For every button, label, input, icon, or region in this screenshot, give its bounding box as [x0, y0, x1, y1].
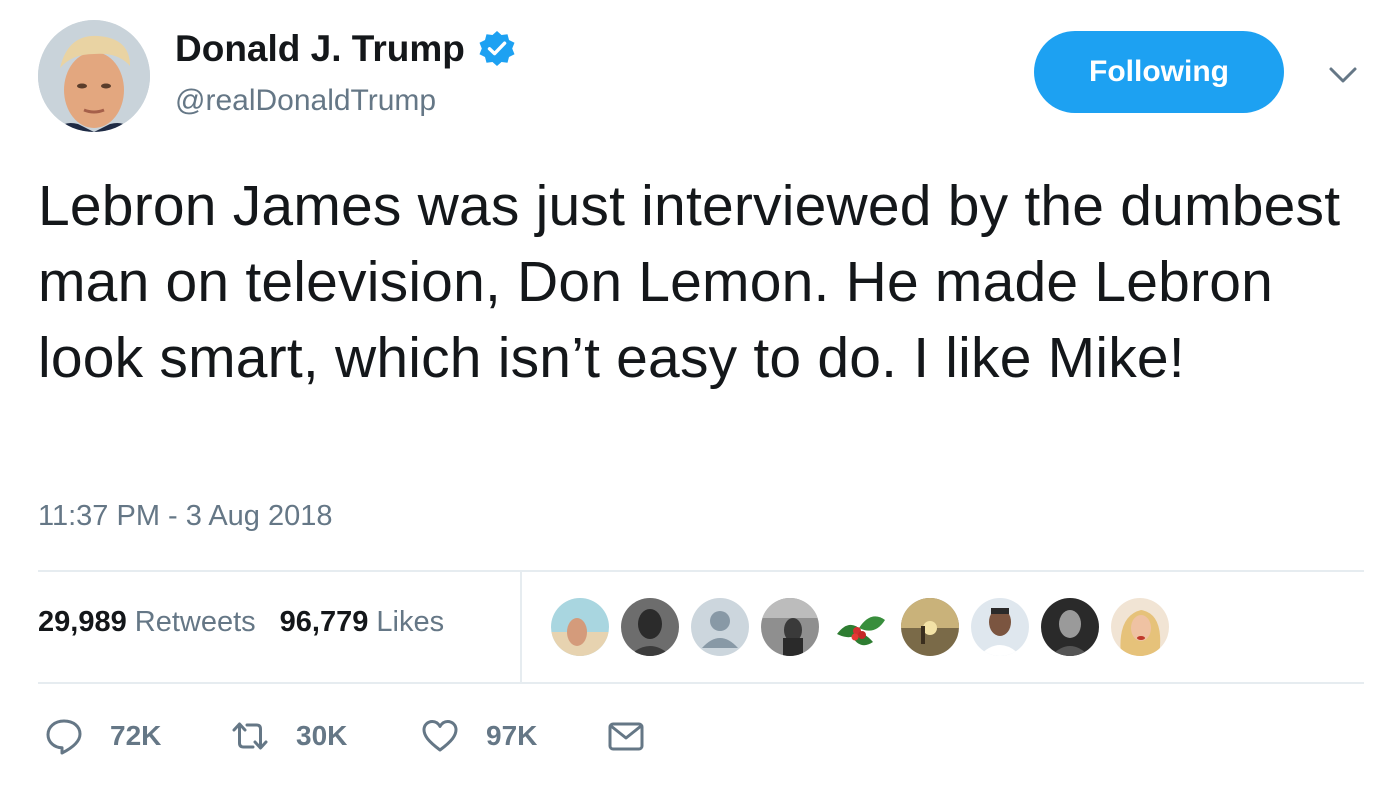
envelope-icon — [608, 722, 644, 751]
tweet-actions: 72K 30K 97K — [44, 716, 646, 756]
liker-avatar[interactable] — [1111, 598, 1169, 656]
tweet-card: Donald J. Trump @realDonaldTrump Followi… — [0, 0, 1400, 788]
reply-icon — [46, 719, 82, 755]
reply-button[interactable]: 72K — [44, 716, 230, 756]
retweets-count: 29,989 — [38, 606, 127, 638]
liker-avatar[interactable] — [621, 598, 679, 656]
liker-avatar[interactable] — [971, 598, 1029, 656]
liker-avatar[interactable] — [761, 598, 819, 656]
liker-avatar[interactable] — [1041, 598, 1099, 656]
divider — [520, 572, 522, 682]
author-handle[interactable]: @realDonaldTrump — [175, 84, 436, 118]
retweets-label: Retweets — [134, 606, 256, 638]
chevron-down-icon[interactable] — [1326, 60, 1360, 90]
liker-avatar[interactable] — [551, 598, 609, 656]
verified-badge-icon — [477, 29, 517, 69]
liker-avatar[interactable] — [901, 598, 959, 656]
reply-count: 72K — [110, 720, 162, 751]
retweets-stat[interactable]: 29,989 Retweets — [38, 606, 256, 639]
like-count: 97K — [486, 720, 538, 751]
retweet-button[interactable]: 30K — [230, 716, 420, 756]
likers-avatars — [551, 598, 1169, 656]
tweet-stats: 29,989 Retweets 96,779 Likes — [38, 606, 444, 639]
default-avatar[interactable] — [691, 598, 749, 656]
tweet-text: Lebron James was just interviewed by the… — [38, 174, 1341, 390]
divider — [38, 682, 1364, 684]
likes-stat[interactable]: 96,779 Likes — [280, 606, 444, 639]
display-name-text[interactable]: Donald J. Trump — [175, 28, 465, 70]
following-button[interactable]: Following — [1034, 31, 1284, 113]
retweet-icon — [232, 722, 268, 750]
tweet-timestamp[interactable]: 11:37 PM - 3 Aug 2018 — [38, 500, 333, 533]
author-avatar[interactable] — [38, 20, 150, 132]
heart-icon — [422, 720, 458, 752]
like-button[interactable]: 97K — [420, 716, 606, 756]
holly-avatar[interactable] — [831, 598, 889, 656]
display-name[interactable]: Donald J. Trump — [175, 28, 517, 70]
retweet-count: 30K — [296, 720, 348, 751]
direct-message-button[interactable] — [606, 716, 646, 756]
likes-count: 96,779 — [279, 606, 369, 638]
divider — [38, 570, 1364, 572]
likes-label: Likes — [376, 606, 445, 638]
